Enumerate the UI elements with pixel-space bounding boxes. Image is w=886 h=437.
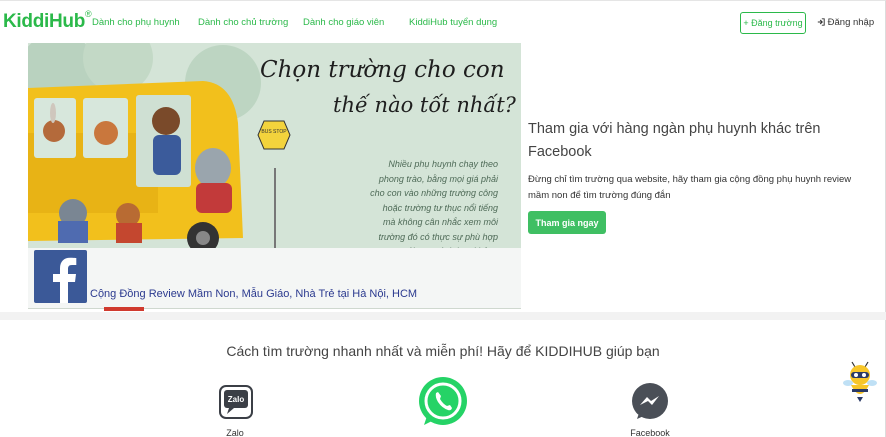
banner-heading-line1: Chọn trường cho con: [260, 57, 505, 83]
facebook-icon: [34, 250, 87, 303]
section-divider: [0, 312, 886, 320]
facebook-group-banner[interactable]: BUS STOP Chọn trường cho con thế nào tốt…: [28, 43, 521, 309]
whatsapp-icon: [419, 377, 467, 425]
zalo-icon: Zalo: [219, 385, 253, 419]
top-navbar: KiddiHub® Dành cho phụ huynh Dành cho ch…: [0, 1, 886, 45]
login-label: Đăng nhập: [827, 17, 875, 28]
banner-heading-line2: thế nào tốt nhất?: [333, 93, 516, 117]
login-icon: [817, 18, 825, 26]
whatsapp-contact[interactable]: [416, 375, 470, 431]
zalo-contact[interactable]: Zalo: [219, 385, 253, 421]
messenger-contact[interactable]: [631, 383, 669, 423]
bus-stop-sign-text: BUS STOP: [261, 129, 287, 135]
join-facebook-title: Tham gia với hàng ngàn phụ huynh khác tr…: [528, 121, 821, 160]
messenger-icon: [632, 383, 668, 419]
nav-link-parents[interactable]: Dành cho phụ huynh: [92, 17, 180, 28]
facebook-caption-bar: Cộng Đồng Review Mầm Non, Mẫu Giáo, Nhà …: [28, 248, 521, 308]
banner-body-text: Nhiều phụ huynh chạy theo phong trào, bằ…: [370, 159, 498, 256]
register-school-button[interactable]: + Đăng trường: [740, 12, 806, 34]
kiddihub-logo[interactable]: KiddiHub®: [3, 9, 92, 33]
page: KiddiHub® Dành cho phụ huynh Dành cho ch…: [0, 0, 886, 437]
login-button[interactable]: Đăng nhập: [817, 17, 874, 28]
zalo-label: Zalo: [226, 428, 244, 437]
join-now-button[interactable]: Tham gia ngay: [528, 211, 606, 234]
nav-link-school-owners[interactable]: Dành cho chủ trường: [198, 17, 288, 28]
svg-text:Zalo: Zalo: [228, 395, 245, 404]
contact-section-title: Cách tìm trường nhanh nhất và miễn phí! …: [226, 343, 660, 359]
facebook-label: Facebook: [630, 428, 670, 437]
banner-accent-strip: [104, 307, 144, 311]
nav-link-careers[interactable]: KiddiHub tuyển dụng: [409, 17, 497, 28]
nav-link-teachers[interactable]: Dành cho giáo viên: [303, 17, 384, 28]
chat-mascot-bee-icon[interactable]: [843, 361, 877, 403]
facebook-group-caption[interactable]: Cộng Đồng Review Mầm Non, Mẫu Giáo, Nhà …: [90, 288, 417, 300]
join-facebook-description: Đừng chỉ tìm trường qua website, hãy tha…: [528, 174, 852, 201]
